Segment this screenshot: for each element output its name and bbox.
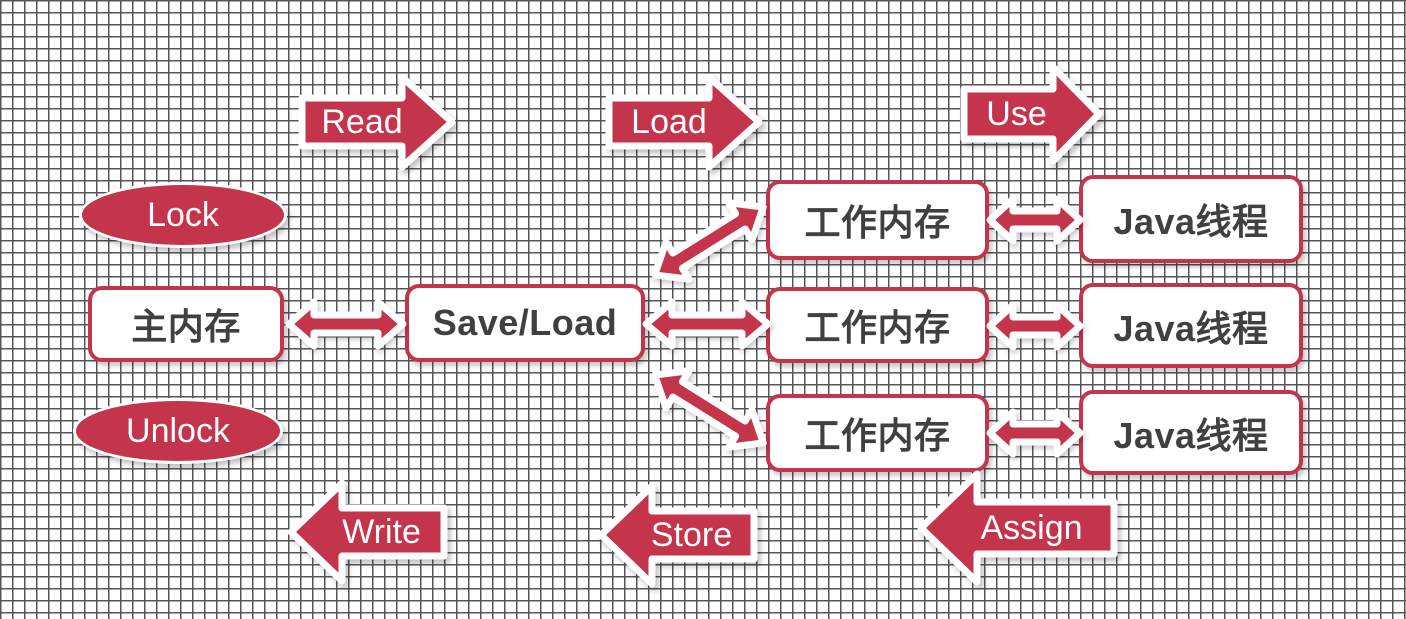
node-working-memory-2-label: 工作内存: [804, 307, 951, 348]
node-java-thread-2-label: Java线程: [1113, 307, 1269, 349]
double-arrow-horizontal-shape: [986, 195, 1084, 245]
arrow-write[interactable]: Write: [285, 477, 448, 587]
node-working-memory-3-label: 工作内存: [804, 415, 951, 456]
arrow-right-shape: [605, 73, 763, 171]
node-working-memory-1-label: 工作内存: [804, 202, 951, 243]
connector-main-to-saveload[interactable]: [284, 296, 408, 352]
arrow-load[interactable]: Load: [605, 72, 763, 172]
node-working-memory-3[interactable]: 工作内存: [766, 394, 989, 472]
double-arrow-horizontal-shape: [986, 301, 1084, 351]
connector-saveload-to-wm-1[interactable]: [639, 192, 779, 290]
double-arrow-diagonal-up-shape: [651, 199, 767, 283]
diagram-canvas: Read Load Use Lock Unlock 主内存 Save/Load …: [0, 0, 1406, 619]
arrow-store[interactable]: Store: [595, 480, 758, 590]
node-unlock[interactable]: Unlock: [73, 398, 283, 464]
node-unlock-label: Unlock: [126, 411, 230, 450]
node-java-thread-1-label: Java线程: [1113, 201, 1269, 242]
double-arrow-horizontal-shape: [986, 408, 1084, 458]
arrow-assign[interactable]: Assign: [915, 468, 1118, 588]
node-main-memory-label: 主内存: [131, 306, 241, 347]
node-java-thread-1[interactable]: Java线程: [1079, 175, 1303, 263]
double-arrow-diagonal-down-shape: [651, 367, 767, 451]
arrow-left-shape: [597, 482, 758, 588]
arrow-left-shape: [917, 470, 1118, 586]
arrow-read[interactable]: Read: [298, 72, 456, 172]
node-lock[interactable]: Lock: [79, 182, 287, 248]
connector-saveload-to-wm-3[interactable]: [639, 360, 779, 458]
connector-saveload-to-wm-2[interactable]: [641, 296, 773, 352]
node-save-load-label: Save/Load: [432, 302, 618, 343]
double-arrow-horizontal-shape: [642, 298, 772, 350]
node-java-thread-3[interactable]: Java线程: [1079, 390, 1303, 475]
arrow-use[interactable]: Use: [960, 62, 1103, 166]
arrow-right-shape: [298, 73, 456, 171]
node-working-memory-2[interactable]: 工作内存: [766, 287, 989, 363]
arrow-right-shape: [960, 63, 1103, 165]
arrow-left-shape: [287, 479, 448, 585]
double-arrow-horizontal-shape: [285, 298, 407, 350]
node-save-load[interactable]: Save/Load: [405, 284, 645, 362]
connector-wm2-to-thread2[interactable]: [985, 299, 1085, 353]
node-working-memory-1[interactable]: 工作内存: [766, 180, 989, 260]
node-lock-label: Lock: [147, 195, 219, 234]
node-java-thread-3-label: Java线程: [1113, 414, 1269, 456]
node-main-memory[interactable]: 主内存: [88, 286, 284, 362]
connector-wm3-to-thread3[interactable]: [985, 406, 1085, 460]
node-java-thread-2[interactable]: Java线程: [1079, 283, 1303, 368]
connector-wm1-to-thread1[interactable]: [985, 193, 1085, 247]
